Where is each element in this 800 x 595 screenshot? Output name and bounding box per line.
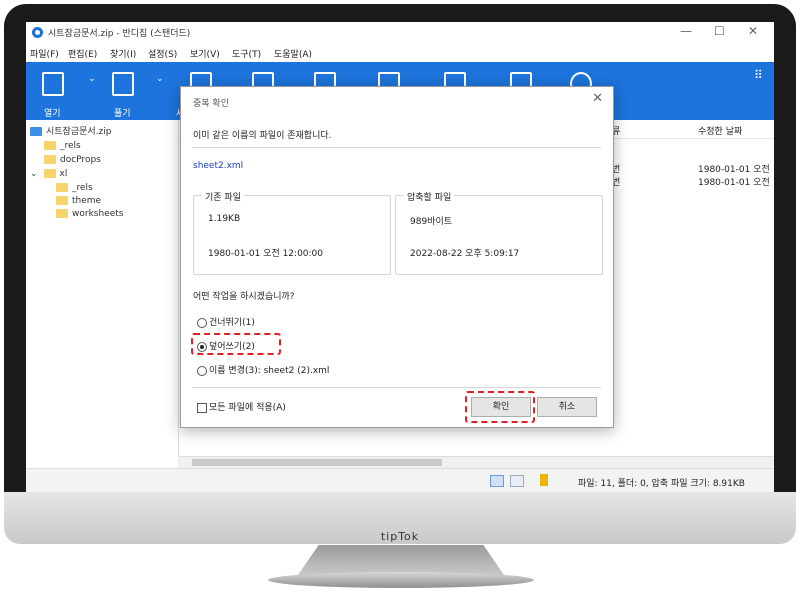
conflict-filename: sheet2.xml <box>193 161 244 171</box>
menu-settings[interactable]: 설정(S) <box>148 47 177 60</box>
extract-dropdown-icon[interactable]: ⌄ <box>156 74 164 84</box>
action-question: 어떤 작업을 하시겠습니까? <box>193 292 295 302</box>
tree-item-docprops[interactable]: docProps <box>44 154 101 166</box>
tree-item-worksheets[interactable]: worksheets <box>56 208 123 220</box>
grid-menu-icon[interactable]: ⠿ <box>754 68 763 82</box>
existing-file-size: 1.19KB <box>208 214 241 224</box>
dialog-title: 중복 확인 <box>193 99 229 109</box>
menu-tools[interactable]: 도구(T) <box>232 47 261 60</box>
folder-icon <box>56 196 68 205</box>
incoming-file-size: 989바이트 <box>410 217 453 227</box>
bandizip-icon <box>32 27 43 38</box>
column-modified-header[interactable]: 수정한 날짜 <box>698 124 742 137</box>
scrollbar-thumb[interactable] <box>192 459 442 466</box>
menu-view[interactable]: 보기(V) <box>190 47 220 60</box>
divider <box>193 147 601 148</box>
open-dropdown-icon[interactable]: ⌄ <box>88 74 96 84</box>
existing-file-title: 기존 파일 <box>202 190 244 203</box>
apply-all-checkbox[interactable]: 모든 파일에 적용(A) <box>197 400 286 413</box>
radio-indicator[interactable] <box>197 365 207 376</box>
folder-icon <box>43 169 56 178</box>
tree-item-label: docProps <box>60 155 101 165</box>
divider <box>193 387 601 388</box>
menu-find[interactable]: 찾기(I) <box>110 47 136 60</box>
folder-icon <box>56 209 68 218</box>
folder-icon <box>56 183 68 192</box>
rename-radio-label: 이름 변경(3): sheet2 (2).xml <box>209 366 330 376</box>
list-row-modified[interactable]: 1980-01-01 오전 <box>698 175 770 188</box>
radio-indicator[interactable] <box>197 317 207 328</box>
tree-item-xl-rels[interactable]: _rels <box>56 182 93 194</box>
skip-radio-label: 건너뛰기(1) <box>209 318 255 328</box>
open-button-label[interactable]: 열기 <box>44 106 61 119</box>
status-text: 파일: 11, 폴더: 0, 압축 파일 크기: 8.91KB <box>578 479 745 489</box>
skip-radio[interactable]: 건너뛰기(1) <box>197 315 255 328</box>
close-button[interactable]: ✕ <box>748 24 758 38</box>
folder-tree: 시트잠금문서.zip _rels docProps ⌄ xl _rels them… <box>26 120 179 468</box>
checkbox-box[interactable] <box>197 402 207 413</box>
tree-item-label: theme <box>72 196 102 206</box>
tree-item-xl[interactable]: ⌄ xl <box>30 168 67 180</box>
folder-icon <box>44 155 56 164</box>
existing-file-date: 1980-01-01 오전 12:00:00 <box>208 249 324 259</box>
apply-all-label: 모든 파일에 적용(A) <box>209 403 286 413</box>
folder-icon <box>44 141 56 150</box>
list-view-small-icon[interactable] <box>510 475 524 487</box>
existing-file-group: 기존 파일 1.19KB 1980-01-01 오전 12:00:00 <box>193 190 391 275</box>
tree-item-label: _rels <box>60 141 81 151</box>
menu-edit[interactable]: 편집(E) <box>68 47 97 60</box>
menu-bar: 파일(F) 편집(E) 찾기(I) 설정(S) 보기(V) 도구(T) 도움말(… <box>26 44 774 62</box>
tree-root-label: 시트잠금문서.zip <box>46 127 112 137</box>
minimize-button[interactable]: — <box>680 24 692 38</box>
tree-item-label: _rels <box>72 183 93 193</box>
archive-info-icon <box>540 474 548 486</box>
cancel-button[interactable]: 취소 <box>537 397 597 417</box>
window-title: 시트잠금문서.zip - 반디집 (스탠더드) <box>48 29 191 39</box>
screen: 시트잠금문서.zip - 반디집 (스탠더드) — ☐ ✕ 파일(F) 편집(E… <box>26 22 774 492</box>
overwrite-highlight <box>191 333 281 355</box>
tree-item-rels[interactable]: _rels <box>44 140 81 152</box>
tree-root[interactable]: 시트잠금문서.zip <box>30 126 111 138</box>
rename-radio[interactable]: 이름 변경(3): sheet2 (2).xml <box>197 363 329 376</box>
confirm-highlight <box>465 391 535 423</box>
open-icon[interactable] <box>42 72 64 96</box>
list-row-modified[interactable]: 1980-01-01 오전 <box>698 162 770 175</box>
tree-item-label: xl <box>59 169 68 179</box>
tree-item-theme[interactable]: theme <box>56 195 101 207</box>
incoming-file-date: 2022-08-22 오후 5:09:17 <box>410 249 520 259</box>
incoming-file-group: 압축할 파일 989바이트 2022-08-22 오후 5:09:17 <box>395 190 603 275</box>
title-bar: 시트잠금문서.zip - 반디집 (스탠더드) — ☐ ✕ <box>26 22 774 44</box>
archive-icon <box>30 127 42 136</box>
extract-icon[interactable] <box>112 72 134 96</box>
dialog-close-button[interactable]: ✕ <box>592 91 603 106</box>
monitor-neck <box>298 545 504 575</box>
extract-button-label[interactable]: 풀기 <box>114 106 131 119</box>
chevron-down-icon[interactable]: ⌄ <box>30 169 38 179</box>
incoming-file-title: 압축할 파일 <box>404 190 455 203</box>
details-view-icon[interactable] <box>490 475 504 487</box>
tree-item-label: worksheets <box>72 209 124 219</box>
menu-help[interactable]: 도움말(A) <box>274 47 312 60</box>
status-bar: 파일: 11, 폴더: 0, 압축 파일 크기: 8.91KB <box>26 468 774 492</box>
monitor-base <box>268 572 534 588</box>
maximize-button[interactable]: ☐ <box>714 24 725 38</box>
monitor-brand: tipTok <box>380 530 420 543</box>
menu-file[interactable]: 파일(F) <box>30 47 59 60</box>
duplicate-confirm-dialog: 중복 확인 ✕ 이미 같은 이름의 파일이 존재합니다. sheet2.xml … <box>180 86 614 428</box>
dialog-message: 이미 같은 이름의 파일이 존재합니다. <box>193 131 332 141</box>
